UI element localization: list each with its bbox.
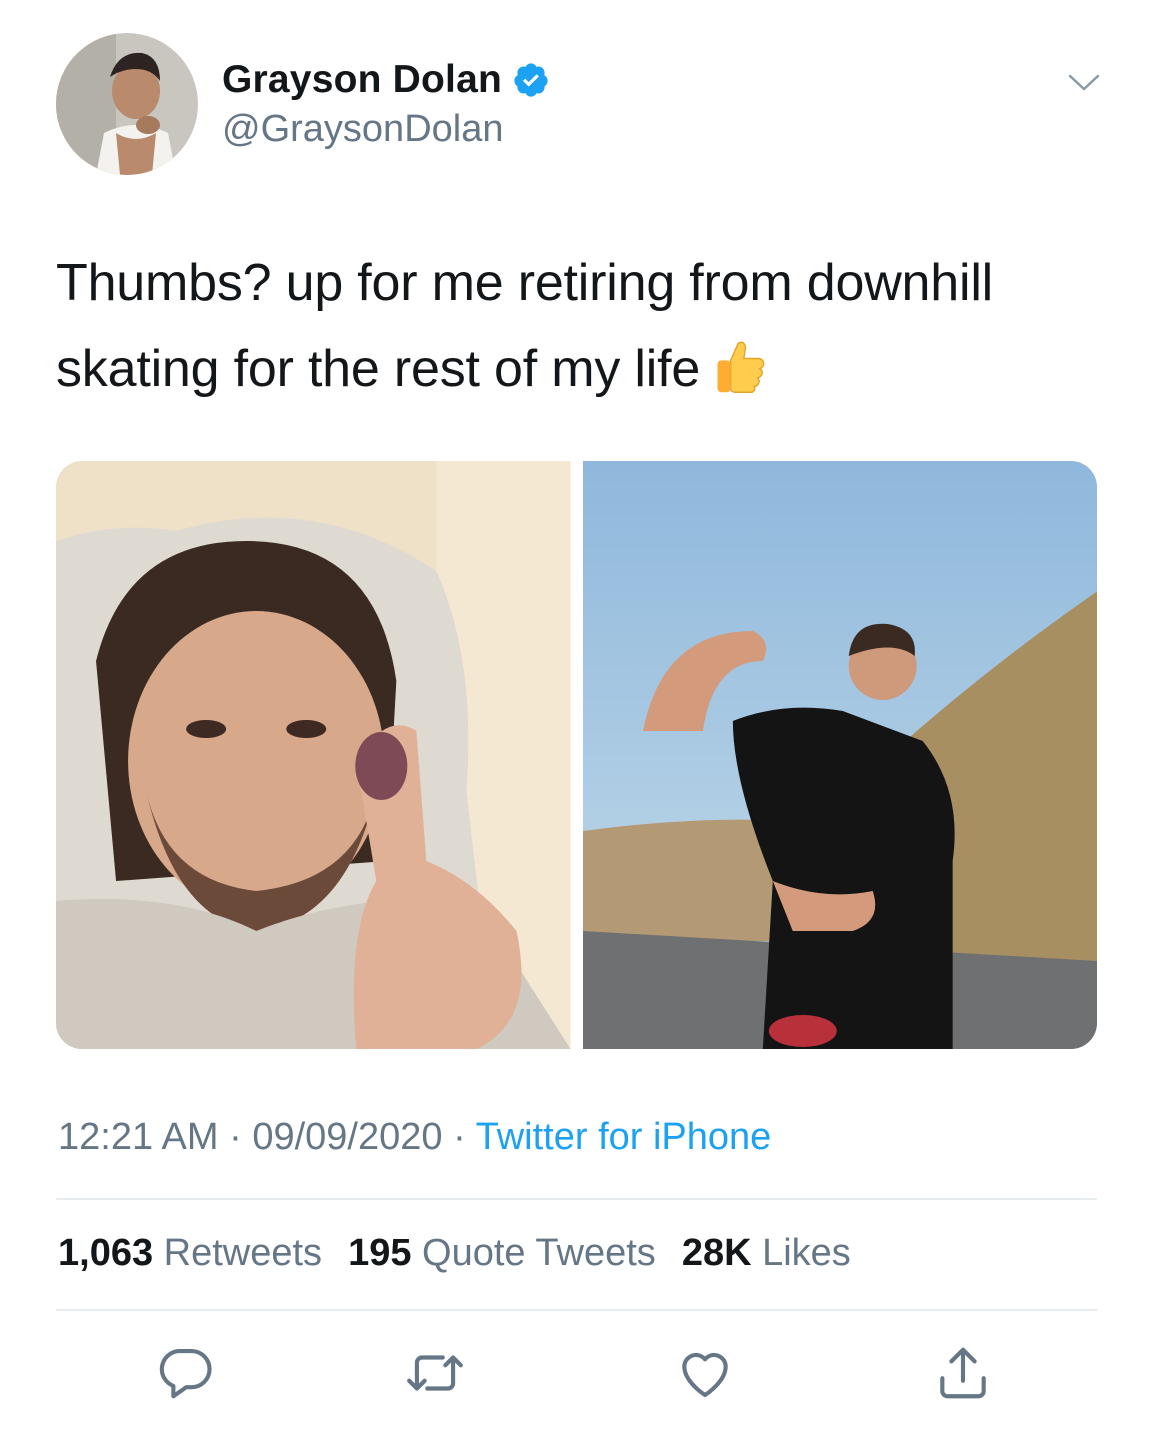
tweet-media-grid: [56, 461, 1097, 1049]
retweets-count: 1,063: [58, 1232, 154, 1274]
author-display-name[interactable]: Grayson Dolan: [222, 58, 502, 102]
tweet-action-bar: [0, 1336, 1152, 1416]
flexing-photo-image: [582, 461, 1097, 1049]
thumbs-up-emoji-icon: [710, 336, 770, 396]
retweets-label: Retweets: [163, 1232, 323, 1274]
retweet-icon[interactable]: [404, 1342, 466, 1404]
tweet-time[interactable]: 12:21 AM: [58, 1116, 219, 1158]
share-icon[interactable]: [932, 1342, 994, 1404]
selfie-photo-image: [56, 461, 571, 1049]
likes-count: 28K: [681, 1232, 752, 1274]
tweet-date[interactable]: 09/09/2020: [252, 1116, 442, 1158]
more-options-chevron-down-icon[interactable]: [1064, 62, 1104, 102]
like-heart-icon[interactable]: [674, 1342, 736, 1404]
tweet-meta-row: 12:21 AM · 09/09/2020 · Twitter for iPho…: [58, 1116, 771, 1159]
tweet-photo-2[interactable]: [582, 461, 1097, 1049]
avatar-image: [56, 33, 198, 175]
verified-badge-icon: [512, 61, 550, 99]
divider: [56, 1309, 1097, 1311]
tweet-stats-row: 1,063 Retweets 195 Quote Tweets 28K Like…: [58, 1232, 851, 1275]
tweet-text: Thumbs? up for me retiring from downhill…: [56, 240, 1116, 412]
meta-separator: ·: [229, 1116, 242, 1158]
reply-icon[interactable]: [154, 1342, 216, 1404]
tweet-text-body: Thumbs? up for me retiring from downhill…: [56, 254, 994, 398]
author-avatar[interactable]: [56, 33, 198, 175]
likes-label: Likes: [762, 1232, 851, 1274]
meta-separator: ·: [453, 1116, 466, 1158]
quote-tweets-stat[interactable]: 195 Quote Tweets: [348, 1232, 656, 1275]
divider: [56, 1198, 1097, 1200]
tweet-photo-1[interactable]: [56, 461, 571, 1049]
quote-tweets-count: 195: [348, 1232, 412, 1274]
author-handle[interactable]: @GraysonDolan: [222, 108, 503, 151]
retweets-stat[interactable]: 1,063 Retweets: [58, 1232, 322, 1275]
quote-tweets-label: Quote Tweets: [422, 1232, 656, 1274]
likes-stat[interactable]: 28K Likes: [682, 1232, 851, 1275]
author-name-row[interactable]: Grayson Dolan: [222, 55, 550, 105]
tweet-source-link[interactable]: Twitter for iPhone: [476, 1116, 772, 1158]
